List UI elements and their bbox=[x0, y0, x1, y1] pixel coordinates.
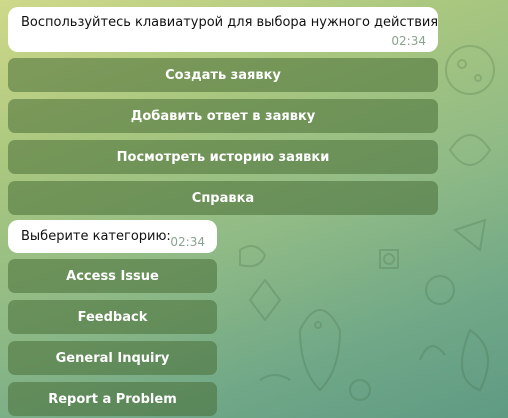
view-history-button[interactable]: Посмотреть историю заявки bbox=[8, 140, 438, 174]
create-ticket-button[interactable]: Создать заявку bbox=[8, 58, 438, 92]
category-access-issue-label: Access Issue bbox=[66, 268, 159, 284]
category-general-inquiry-label: General Inquiry bbox=[55, 350, 170, 366]
create-ticket-label: Создать заявку bbox=[165, 67, 281, 83]
bot-message-prompt: Воспользуйтесь клавиатурой для выбора ну… bbox=[8, 7, 438, 52]
bot-message-category: Выберите категорию: 02:34 bbox=[8, 220, 217, 253]
bot-message-text: Выберите категорию: bbox=[21, 229, 171, 244]
category-report-problem-label: Report a Problem bbox=[48, 391, 177, 407]
add-reply-button[interactable]: Добавить ответ в заявку bbox=[8, 99, 438, 133]
add-reply-label: Добавить ответ в заявку bbox=[130, 108, 316, 124]
help-button[interactable]: Справка bbox=[8, 181, 438, 215]
message-timestamp: 02:34 bbox=[170, 235, 205, 249]
view-history-label: Посмотреть историю заявки bbox=[116, 149, 330, 165]
category-report-problem-button[interactable]: Report a Problem bbox=[8, 382, 217, 416]
category-feedback-button[interactable]: Feedback bbox=[8, 300, 217, 334]
category-general-inquiry-button[interactable]: General Inquiry bbox=[8, 341, 217, 375]
message-timestamp: 02:34 bbox=[391, 34, 426, 48]
category-access-issue-button[interactable]: Access Issue bbox=[8, 259, 217, 293]
bot-message-text: Воспользуйтесь клавиатурой для выбора ну… bbox=[21, 15, 439, 30]
category-feedback-label: Feedback bbox=[77, 309, 148, 325]
help-label: Справка bbox=[191, 190, 255, 206]
